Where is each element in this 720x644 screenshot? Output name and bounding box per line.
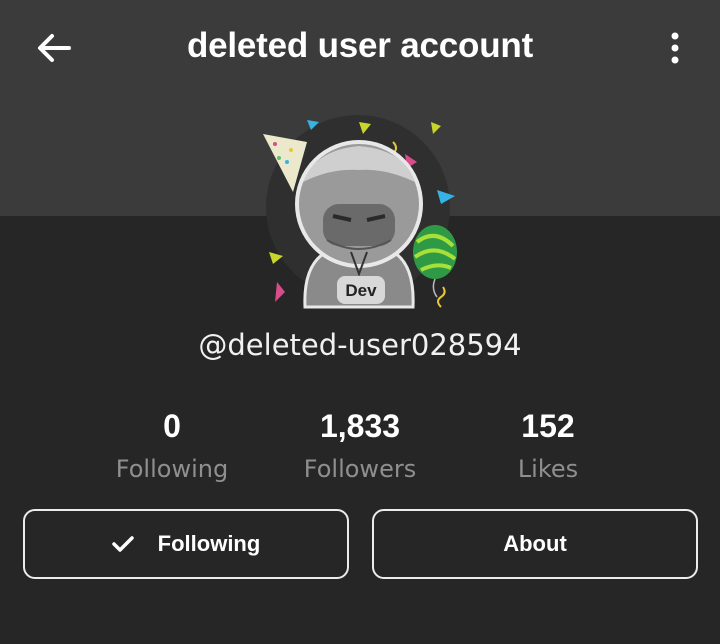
dev-badge-label: Dev bbox=[345, 281, 377, 300]
username-handle: @deleted-user028594 bbox=[198, 328, 522, 362]
stat-likes[interactable]: 152 Likes bbox=[448, 404, 648, 488]
stat-followers[interactable]: 1,833 Followers bbox=[260, 404, 460, 488]
balloon-icon bbox=[413, 225, 457, 298]
stat-following[interactable]: 0 Following bbox=[72, 404, 272, 488]
about-button[interactable]: About bbox=[372, 509, 698, 579]
avatar[interactable]: Dev bbox=[255, 112, 465, 312]
stat-label: Likes bbox=[517, 455, 579, 483]
stat-value: 152 bbox=[521, 408, 575, 444]
more-vertical-icon bbox=[671, 32, 679, 64]
stat-value: 0 bbox=[163, 408, 181, 444]
following-button[interactable]: Following bbox=[23, 509, 349, 579]
page-title: deleted user account bbox=[186, 26, 534, 65]
more-options-button[interactable] bbox=[660, 28, 690, 68]
stat-value: 1,833 bbox=[319, 408, 401, 444]
following-button-label: Following bbox=[157, 531, 261, 556]
stat-label: Following bbox=[115, 455, 229, 483]
check-icon bbox=[111, 535, 134, 553]
about-button-label: About bbox=[503, 531, 567, 556]
stat-label: Followers bbox=[303, 455, 417, 483]
